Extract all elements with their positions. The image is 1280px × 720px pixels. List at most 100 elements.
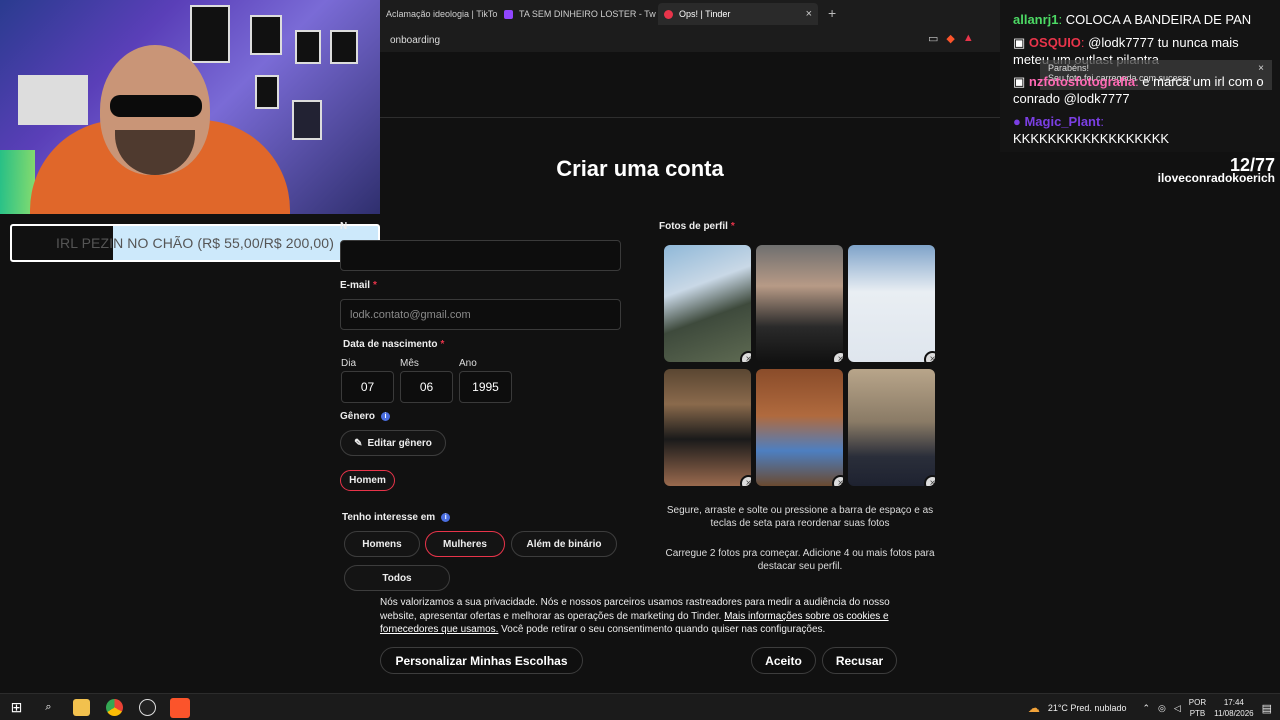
badge-icon: ● [1013,114,1025,129]
wall-poster [250,15,282,55]
chat-username: nzfotosfotografia [1028,74,1136,89]
wall-poster [292,100,322,140]
interest-todos-button[interactable]: Todos [344,565,450,591]
year-label: Ano [459,358,477,369]
reject-cookies-button[interactable]: Recusar [822,647,897,674]
wall-poster [295,30,321,64]
interest-label: Tenho interesse em i [342,512,451,523]
chat-username: Magic_Plant [1024,114,1101,129]
badge-icon: ▣ [1013,35,1029,50]
sunglasses [110,95,202,117]
windows-taskbar: ⊞ ⌕ ☁ 21°C Pred. nublado ⌃ ◎ ◁ POR PTB 17… [0,693,1280,720]
language-indicator[interactable]: POR PTB [1189,697,1206,719]
profile-photo-2[interactable]: × [756,245,843,362]
twitch-icon [504,9,513,19]
tab-label: TA SEM DINHEIRO LOSTER - Twitch [519,9,656,19]
tab-label: Aclamação ideologia | TikTok [386,9,498,19]
chat-username: OSQUIO [1028,35,1081,50]
remove-photo-icon[interactable]: × [832,351,843,362]
interest-mulheres-button[interactable]: Mulheres [425,531,505,557]
weather-icon: ☁ [1027,701,1040,715]
wall-poster [255,75,279,109]
network-icon[interactable]: ◎ [1158,703,1166,714]
gender-selected-chip[interactable]: Homem [340,470,395,491]
windows-start-icon[interactable]: ⊞ [8,699,25,716]
email-label: E-mail * [340,280,377,291]
tinder-flame-icon [664,9,673,19]
interest-homens-button[interactable]: Homens [344,531,420,557]
chat-text: COLOCA A BANDEIRA DE PAN [1065,12,1252,27]
chat-overlay: allanrj1: COLOCA A BANDEIRA DE PAN ▣ OSQ… [1000,0,1280,152]
info-icon[interactable]: i [381,411,391,421]
upload-helper-text: Carregue 2 fotos pra começar. Adicione 4… [665,548,935,572]
info-icon[interactable]: i [441,512,451,522]
volume-icon[interactable]: ◁ [1174,703,1181,714]
system-tray: ☁ 21°C Pred. nublado ⌃ ◎ ◁ POR PTB 17:44 1… [1028,696,1272,720]
profile-photo-3[interactable]: × [848,245,935,362]
remove-photo-icon[interactable]: × [924,475,935,486]
tab-label: Ops! | Tinder [679,9,731,19]
profile-photo-1[interactable]: × [664,245,751,362]
header-divider [380,117,1000,118]
remove-photo-icon[interactable]: × [740,475,751,486]
month-input[interactable]: 06 [400,371,453,403]
remove-photo-icon[interactable]: × [924,351,935,362]
chat-text: KKKKKKKKKKKKKKKKKK [1013,131,1170,146]
popup-title: Parabéns! [1048,63,1090,73]
address-text: onboarding [390,34,441,46]
chat-message: ▣ nzfotosfotografia: e marca um irl com … [1013,74,1264,106]
notifications-icon[interactable]: ▤ [1262,702,1272,715]
name-label: N [340,221,348,232]
address-bar-icons: ▭ ◆ ▲ [928,32,974,45]
wall-poster [190,5,230,63]
photos-label: Fotos de perfil * [659,221,735,232]
profile-photo-5[interactable]: × [756,369,843,486]
clock[interactable]: 17:44 11/08/2026 [1214,697,1253,719]
profile-photo-4[interactable]: × [664,369,751,486]
tab-tiktok[interactable]: Aclamação ideologia | TikTok [380,3,498,25]
brave-icon[interactable] [170,698,190,718]
new-tab-button[interactable]: + [828,5,836,21]
year-input[interactable]: 1995 [459,371,512,403]
cast-icon[interactable]: ▭ [928,32,938,45]
webcam-overlay [0,0,380,214]
donation-goal-text: IRL PEZIN NO CHÃO (R$ 55,00/R$ 200,00) [56,235,334,251]
brave-shield-icon[interactable]: ◆ [946,32,954,45]
edit-gender-button[interactable]: ✎ Editar gênero [340,430,446,456]
remove-photo-icon[interactable]: × [832,475,843,486]
name-field[interactable] [340,240,621,271]
day-label: Dia [341,358,357,369]
month-label: Mês [400,358,419,369]
chat-message: ● Magic_Plant: KKKKKKKKKKKKKKKKKK [1013,114,1170,146]
remove-photo-icon[interactable]: × [740,351,751,362]
tab-twitch[interactable]: TA SEM DINHEIRO LOSTER - Twitch [498,3,656,25]
obs-icon[interactable] [139,699,156,716]
personalize-choices-button[interactable]: Personalizar Minhas Escolhas [380,647,583,674]
cookie-notice: Nós valorizamos a sua privacidade. Nós e… [380,596,910,637]
chat-username: allanrj1 [1013,12,1059,27]
page-title: Criar uma conta [556,156,724,181]
file-explorer-icon[interactable] [73,699,90,716]
tab-bar: Aclamação ideologia | TikTok TA SEM DINH… [380,0,1000,28]
interest-alem-binario-button[interactable]: Além de binário [511,531,617,557]
search-icon[interactable]: ⌕ [40,699,57,716]
email-placeholder: lodk.contato@gmail.com [350,308,471,321]
address-bar[interactable]: onboarding [380,28,1000,52]
gender-label: Gênero i [340,411,391,422]
weather-text[interactable]: 21°C Pred. nublado [1048,703,1127,713]
chat-message: allanrj1: COLOCA A BANDEIRA DE PAN [1013,12,1252,27]
brave-rewards-icon[interactable]: ▲ [963,32,974,45]
tab-tinder[interactable]: Ops! | Tinder × [658,3,818,25]
chrome-icon[interactable] [106,699,123,716]
day-input[interactable]: 07 [341,371,394,403]
cookie-text: Você pode retirar o seu consentimento qu… [498,624,826,635]
email-field[interactable]: lodk.contato@gmail.com [340,299,621,330]
close-tab-icon[interactable]: × [798,8,812,20]
chevron-up-icon[interactable]: ⌃ [1142,703,1150,714]
whiteboard [18,75,88,125]
wall-poster [330,30,358,64]
profile-photo-6[interactable]: × [848,369,935,486]
accept-cookies-button[interactable]: Aceito [751,647,816,674]
birthdate-label: Data de nascimento * [343,339,445,350]
donation-goal-bar: IRL PEZIN NO CHÃO (R$ 55,00/R$ 200,00) [10,224,380,262]
